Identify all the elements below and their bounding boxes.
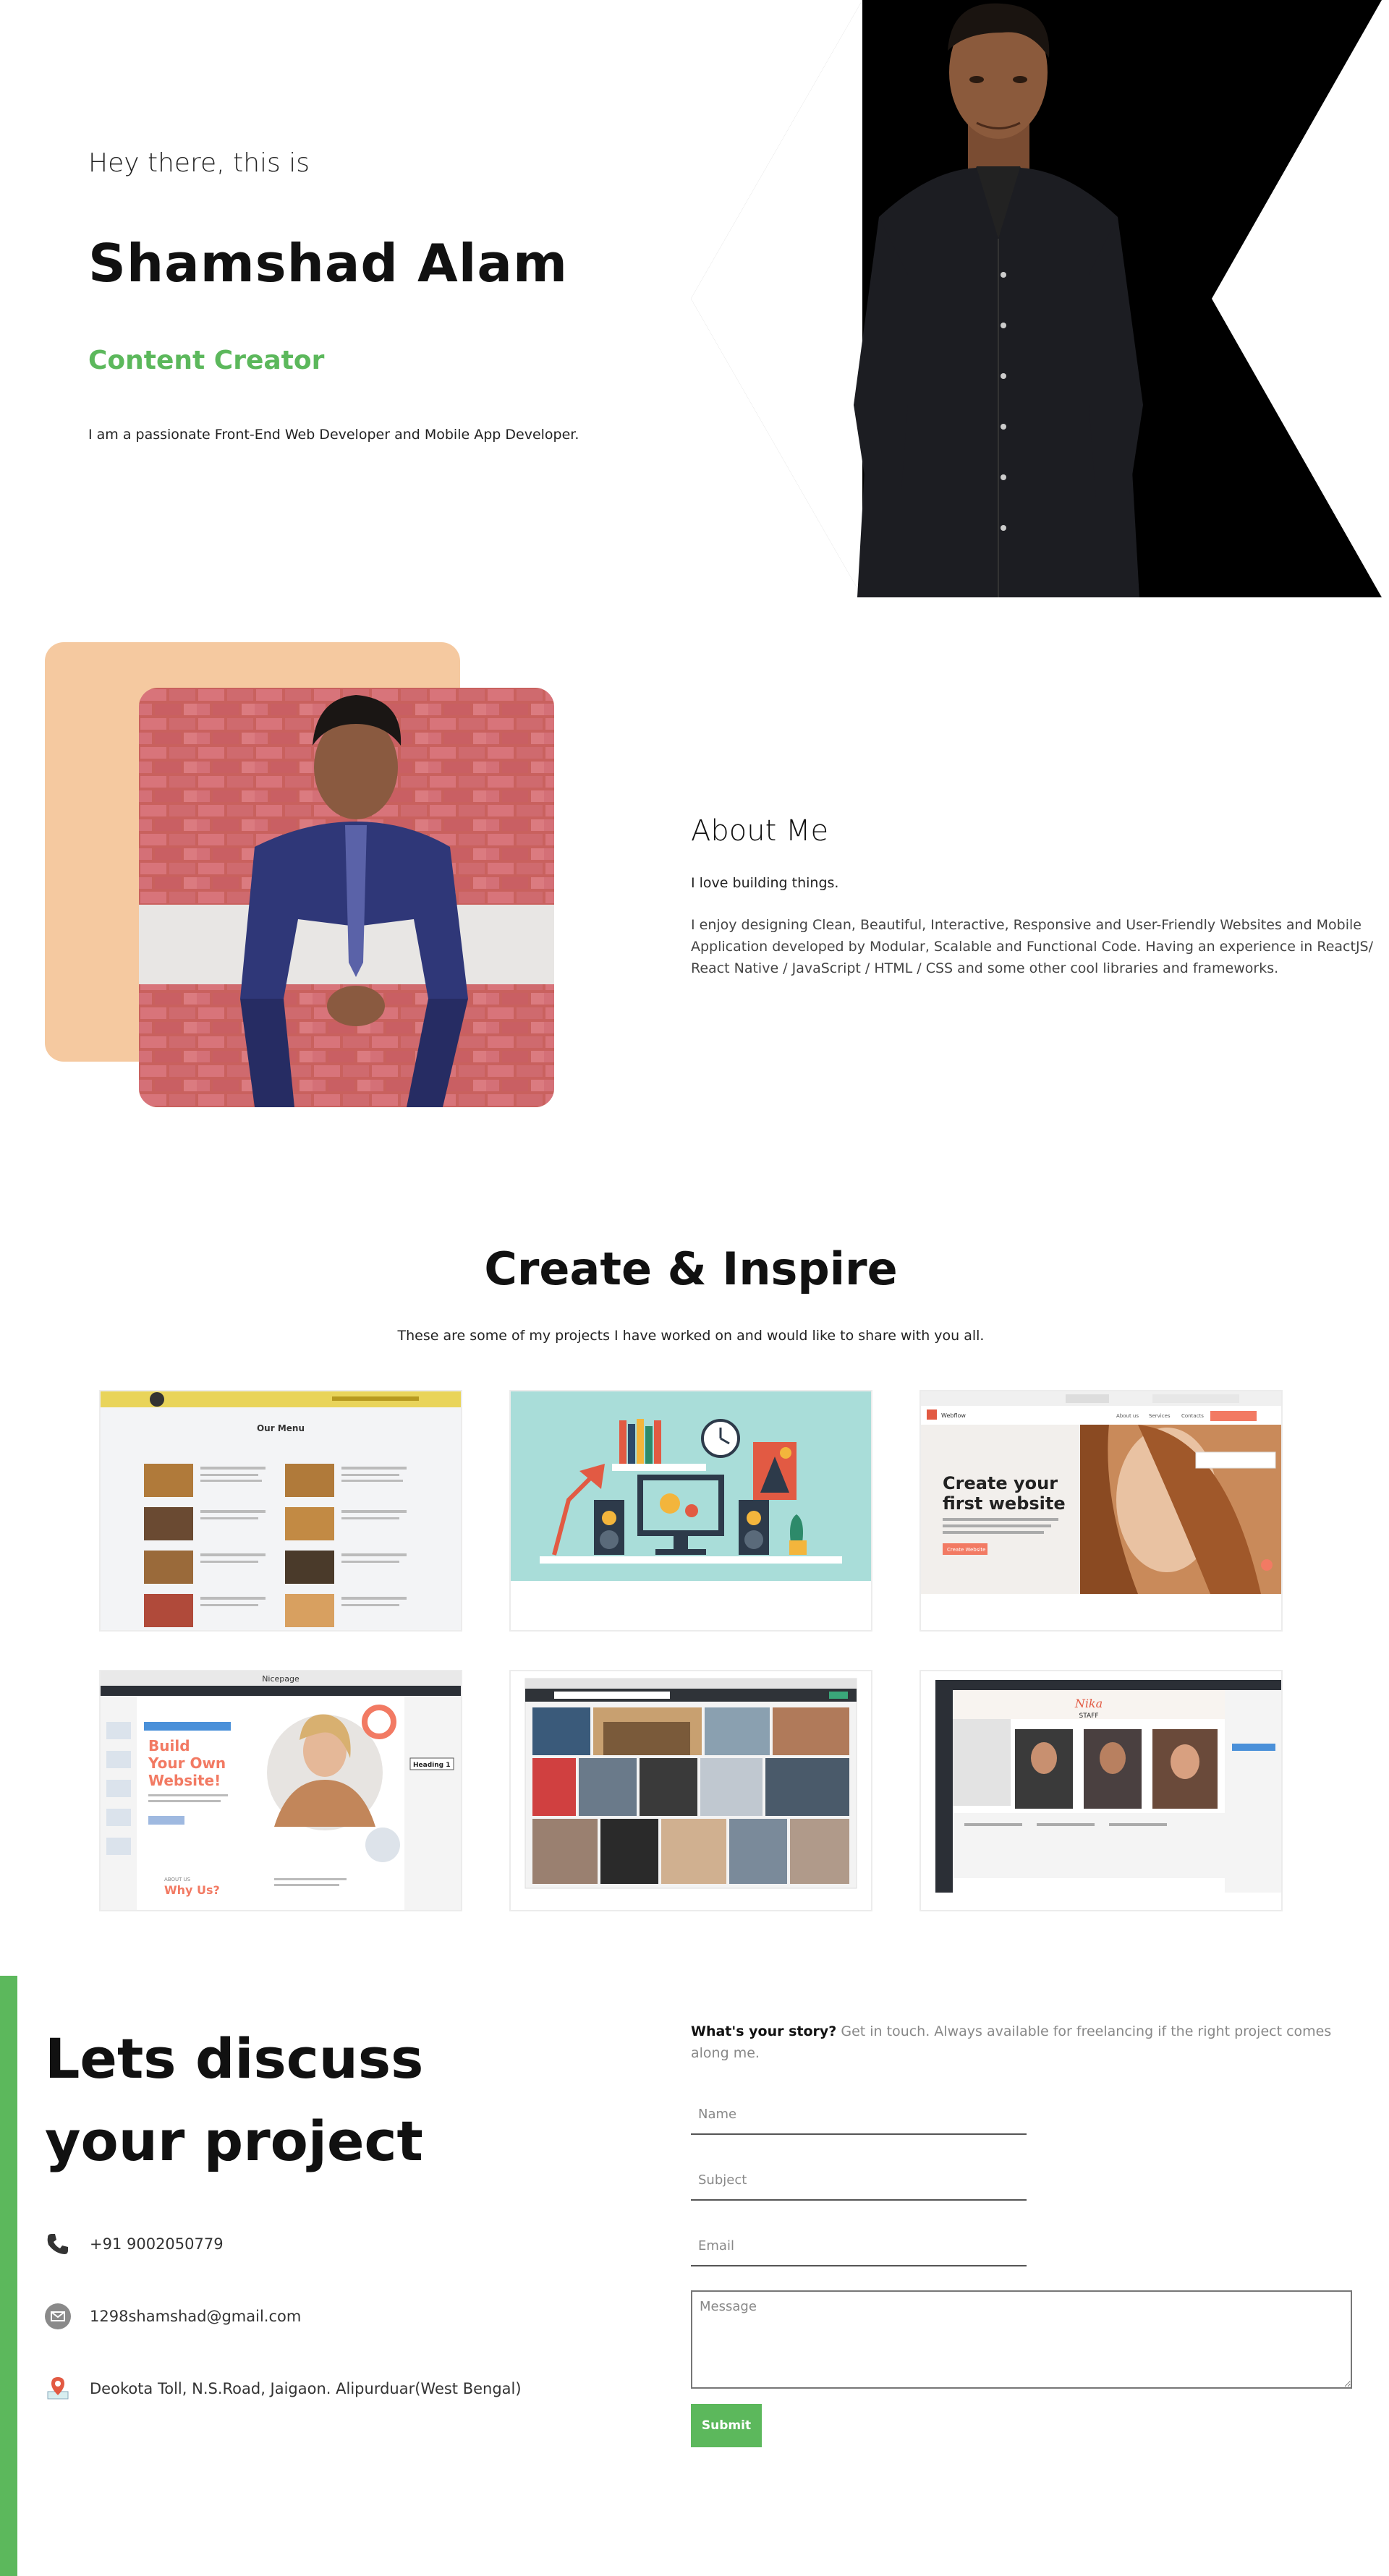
project-card-gallery[interactable] <box>509 1670 872 1911</box>
card4-heading-3: Website! <box>148 1772 221 1789</box>
projects-subtitle: These are some of my projects I have wor… <box>397 1328 985 1344</box>
hero-portrait <box>691 0 1382 597</box>
hero-description: I am a passionate Front-End Web Develope… <box>88 427 579 443</box>
card4-heading-1: Build <box>148 1737 190 1754</box>
email-field[interactable] <box>691 2226 1027 2266</box>
project-card-nika[interactable]: Nika STAFF <box>919 1670 1283 1911</box>
name-field[interactable] <box>691 2094 1027 2135</box>
contact-address-row: Deokota Toll, N.S.Road, Jaigaon. Alipurd… <box>45 2374 522 2403</box>
card4-why: Why Us? <box>164 1883 220 1897</box>
hero-name: Shamshad Alam <box>88 233 569 294</box>
about-photo <box>139 688 554 1107</box>
project-card-nicepage[interactable]: Nicepage Heading 1 Build Your Own Websit… <box>99 1670 462 1911</box>
contact-email: 1298shamshad@gmail.com <box>90 2308 302 2325</box>
contact-story: What's your story? Get in touch. Always … <box>691 2021 1346 2064</box>
projects-title: Create & Inspire <box>484 1242 898 1295</box>
project-thumbnail <box>511 1671 871 1910</box>
project-card-menu[interactable]: Our Menu <box>99 1390 462 1632</box>
contact-phone: +91 9002050779 <box>90 2235 224 2253</box>
submit-button[interactable]: Submit <box>691 2404 762 2447</box>
card3-button: Create Website <box>947 1547 985 1553</box>
card3-nav-services: Services <box>1149 1413 1171 1419</box>
about-title: About Me <box>691 814 829 848</box>
about-tagline: I love building things. <box>691 875 839 891</box>
hero-greeting: Hey there, this is <box>88 148 310 178</box>
card4-about: ABOUT US <box>164 1877 191 1882</box>
phone-icon <box>45 2231 71 2257</box>
card6-logo: Nika <box>1074 1697 1103 1710</box>
contact-email-row: 1298shamshad@gmail.com <box>45 2302 301 2331</box>
contact-address: Deokota Toll, N.S.Road, Jaigaon. Alipurd… <box>90 2380 522 2397</box>
project-card-website-builder[interactable]: Webflow About us Services Contacts Creat… <box>919 1390 1283 1632</box>
project-thumbnail: Webflow About us Services Contacts Creat… <box>921 1391 1281 1630</box>
subject-field[interactable] <box>691 2160 1027 2201</box>
about-paragraph: I enjoy designing Clean, Beautiful, Inte… <box>691 917 1374 976</box>
project-card-workspace[interactable] <box>509 1390 872 1632</box>
card3-nav-about: About us <box>1116 1413 1139 1419</box>
card4-app-title: Nicepage <box>262 1674 300 1684</box>
card4-heading-2: Your Own <box>148 1754 226 1772</box>
card6-staff: STAFF <box>1079 1713 1098 1720</box>
card3-nav-contacts: Contacts <box>1181 1413 1204 1419</box>
location-pin-icon <box>45 2376 71 2402</box>
card3-heading-1: Create your <box>943 1473 1058 1493</box>
card3-heading-2: first website <box>943 1493 1066 1514</box>
card1-heading: Our Menu <box>257 1423 305 1433</box>
message-field[interactable] <box>691 2290 1352 2389</box>
project-thumbnail: Nicepage Heading 1 Build Your Own Websit… <box>101 1671 461 1910</box>
card3-brand: Webflow <box>941 1412 966 1419</box>
story-lead: What's your story? <box>691 2023 837 2039</box>
project-thumbnail <box>511 1391 871 1630</box>
email-icon <box>45 2303 71 2329</box>
contact-phone-row: +91 9002050779 <box>45 2230 224 2259</box>
contact-title: Lets discuss your project <box>45 2026 424 2173</box>
project-thumbnail: Our Menu <box>101 1391 461 1630</box>
card4-heading-badge: Heading 1 <box>413 1762 450 1769</box>
hero-role: Content Creator <box>88 346 325 375</box>
contact-accent-bar <box>0 1976 17 2576</box>
project-thumbnail: Nika STAFF <box>921 1671 1281 1910</box>
